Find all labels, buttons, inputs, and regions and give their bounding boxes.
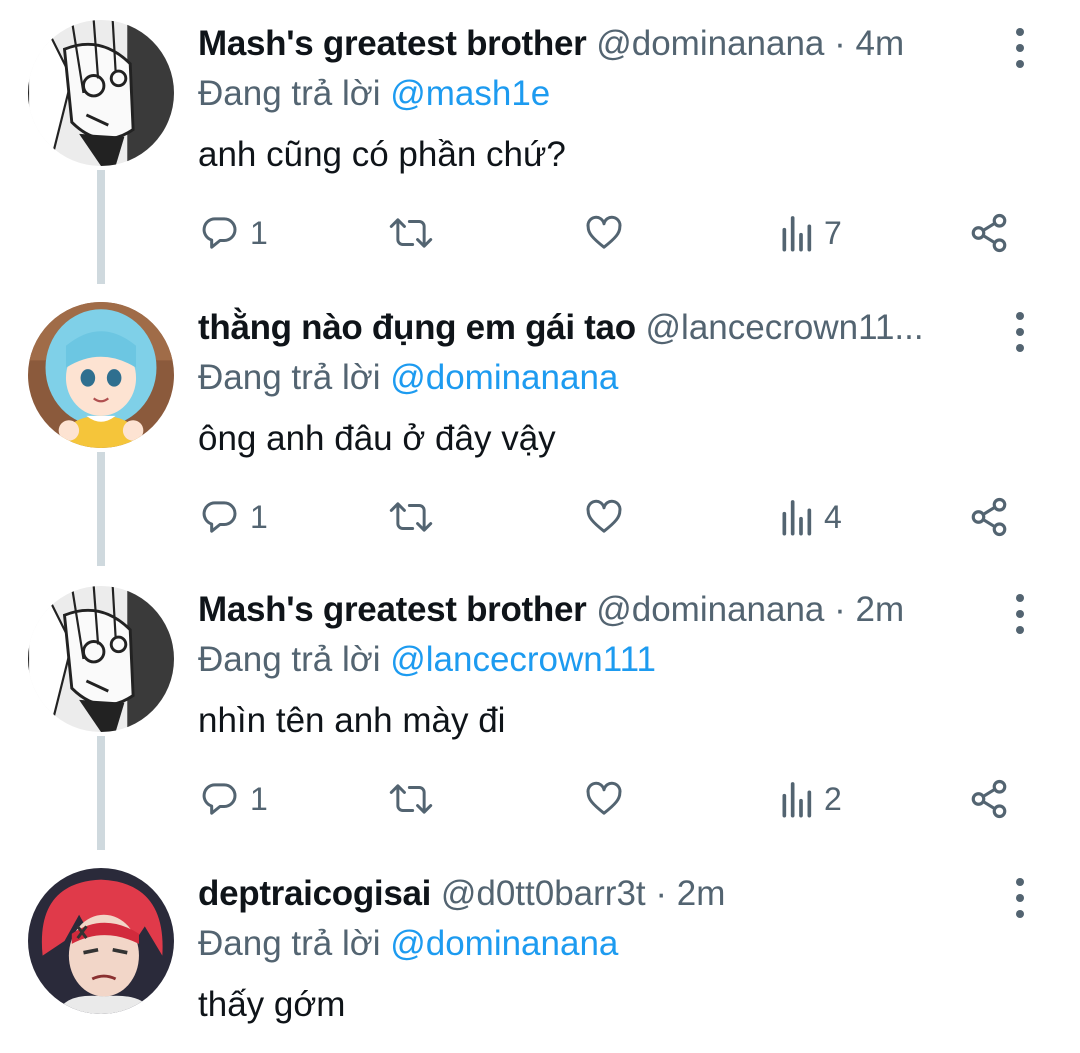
separator: · <box>655 874 668 913</box>
reply-icon <box>202 217 237 249</box>
replying-to-label: Đang trả lời <box>198 640 381 679</box>
avatar[interactable] <box>28 20 174 166</box>
user-handle[interactable]: @d0tt0barr3t <box>441 874 646 913</box>
share-icon <box>971 779 1007 819</box>
view-count: 7 <box>824 214 842 251</box>
replying-to: Đang trả lời @lancecrown111 <box>198 638 656 682</box>
tweet-actions: 1 2 <box>0 774 1080 824</box>
more-dot-icon <box>1016 344 1024 352</box>
retweet-icon <box>389 218 433 248</box>
display-name[interactable]: Mash's greatest brother <box>198 590 587 629</box>
red-hair-avatar-icon <box>28 868 174 1014</box>
share-button[interactable] <box>968 774 1010 824</box>
like-button[interactable] <box>583 774 625 824</box>
replying-to-label: Đang trả lời <box>198 358 381 397</box>
share-button[interactable] <box>968 492 1010 542</box>
retweet-icon <box>389 784 433 814</box>
views-icon <box>782 782 812 818</box>
display-name[interactable]: thằng nào đụng em gái tao <box>198 308 636 347</box>
separator: · <box>834 590 846 629</box>
reply-button[interactable]: 1 <box>200 774 268 824</box>
tweet-actions: 1 4 <box>0 492 1080 542</box>
more-dot-icon <box>1016 328 1024 336</box>
replying-to: Đang trả lời @dominanana <box>198 922 618 966</box>
tweet-text: nhìn tên anh mày đi <box>198 701 506 740</box>
mention-link[interactable]: @lancecrown111 <box>390 640 656 679</box>
timestamp[interactable]: 2m <box>856 590 905 629</box>
tweet-header: Mash's greatest brother @dominanana · 4m <box>198 22 904 66</box>
replying-to-label: Đang trả lời <box>198 924 381 963</box>
heart-icon <box>586 215 622 249</box>
timestamp[interactable]: 4m <box>856 24 905 63</box>
like-button[interactable] <box>583 208 625 258</box>
mention-link[interactable]: @dominanana <box>390 924 618 963</box>
replying-to: Đang trả lời @dominanana <box>198 356 618 400</box>
views-icon <box>782 216 812 252</box>
views-icon <box>782 500 812 536</box>
timestamp[interactable]: 2m <box>677 874 726 913</box>
share-button[interactable] <box>968 208 1010 258</box>
user-handle[interactable]: @dominanana <box>596 24 824 63</box>
more-dot-icon <box>1016 894 1024 902</box>
mention-link[interactable]: @mash1e <box>390 74 550 113</box>
reply-count: 1 <box>250 214 268 251</box>
views-button[interactable]: 7 <box>778 208 842 258</box>
retweet-icon <box>389 502 433 532</box>
replying-to: Đang trả lời @mash1e <box>198 72 550 116</box>
user-handle[interactable]: @lancecrown11... <box>646 308 924 347</box>
more-options-button[interactable] <box>1008 876 1032 920</box>
retweet-button[interactable] <box>388 208 434 258</box>
reply-count: 1 <box>250 498 268 535</box>
reply-count: 1 <box>250 780 268 817</box>
user-handle[interactable]: @dominanana <box>596 590 824 629</box>
reply-icon <box>202 783 237 815</box>
more-dot-icon <box>1016 878 1024 886</box>
reply-button[interactable]: 1 <box>200 492 268 542</box>
avatar[interactable] <box>28 868 174 1014</box>
view-count: 2 <box>824 780 842 817</box>
views-button[interactable]: 2 <box>778 774 842 824</box>
more-options-button[interactable] <box>1008 310 1032 354</box>
more-dot-icon <box>1016 44 1024 52</box>
more-dot-icon <box>1016 28 1024 36</box>
mention-link[interactable]: @dominanana <box>390 358 618 397</box>
more-dot-icon <box>1016 610 1024 618</box>
retweet-button[interactable] <box>388 492 434 542</box>
more-dot-icon <box>1016 60 1024 68</box>
replying-to-label: Đang trả lời <box>198 74 381 113</box>
more-dot-icon <box>1016 910 1024 918</box>
avatar[interactable] <box>28 586 174 732</box>
tweet-text: anh cũng có phần chứ? <box>198 135 566 174</box>
display-name[interactable]: Mash's greatest brother <box>198 24 587 63</box>
tweet-header: deptraicogisai @d0tt0barr3t · 2m <box>198 872 725 916</box>
views-button[interactable]: 4 <box>778 492 842 542</box>
tweet-text: thấy gớm <box>198 985 346 1024</box>
tweet-header: thằng nào đụng em gái tao @lancecrown11.… <box>198 306 924 350</box>
like-button[interactable] <box>583 492 625 542</box>
tweet-text: ông anh đâu ở đây vậy <box>198 419 556 458</box>
more-options-button[interactable] <box>1008 26 1032 70</box>
manga-avatar-icon <box>28 586 174 732</box>
reply-button[interactable]: 1 <box>200 208 268 258</box>
tweet-actions: 1 7 <box>0 208 1080 258</box>
more-dot-icon <box>1016 626 1024 634</box>
more-options-button[interactable] <box>1008 592 1032 636</box>
reply-icon <box>202 501 237 533</box>
tweet-header: Mash's greatest brother @dominanana · 2m <box>198 588 904 632</box>
manga-avatar-icon <box>28 20 174 166</box>
heart-icon <box>586 499 622 533</box>
share-icon <box>971 213 1007 253</box>
separator: · <box>834 24 846 63</box>
heart-icon <box>586 781 622 815</box>
share-icon <box>971 497 1007 537</box>
display-name[interactable]: deptraicogisai <box>198 874 431 913</box>
avatar[interactable] <box>28 302 174 448</box>
more-dot-icon <box>1016 594 1024 602</box>
view-count: 4 <box>824 498 842 535</box>
more-dot-icon <box>1016 312 1024 320</box>
retweet-button[interactable] <box>388 774 434 824</box>
anime-girl-avatar-icon <box>28 302 174 448</box>
